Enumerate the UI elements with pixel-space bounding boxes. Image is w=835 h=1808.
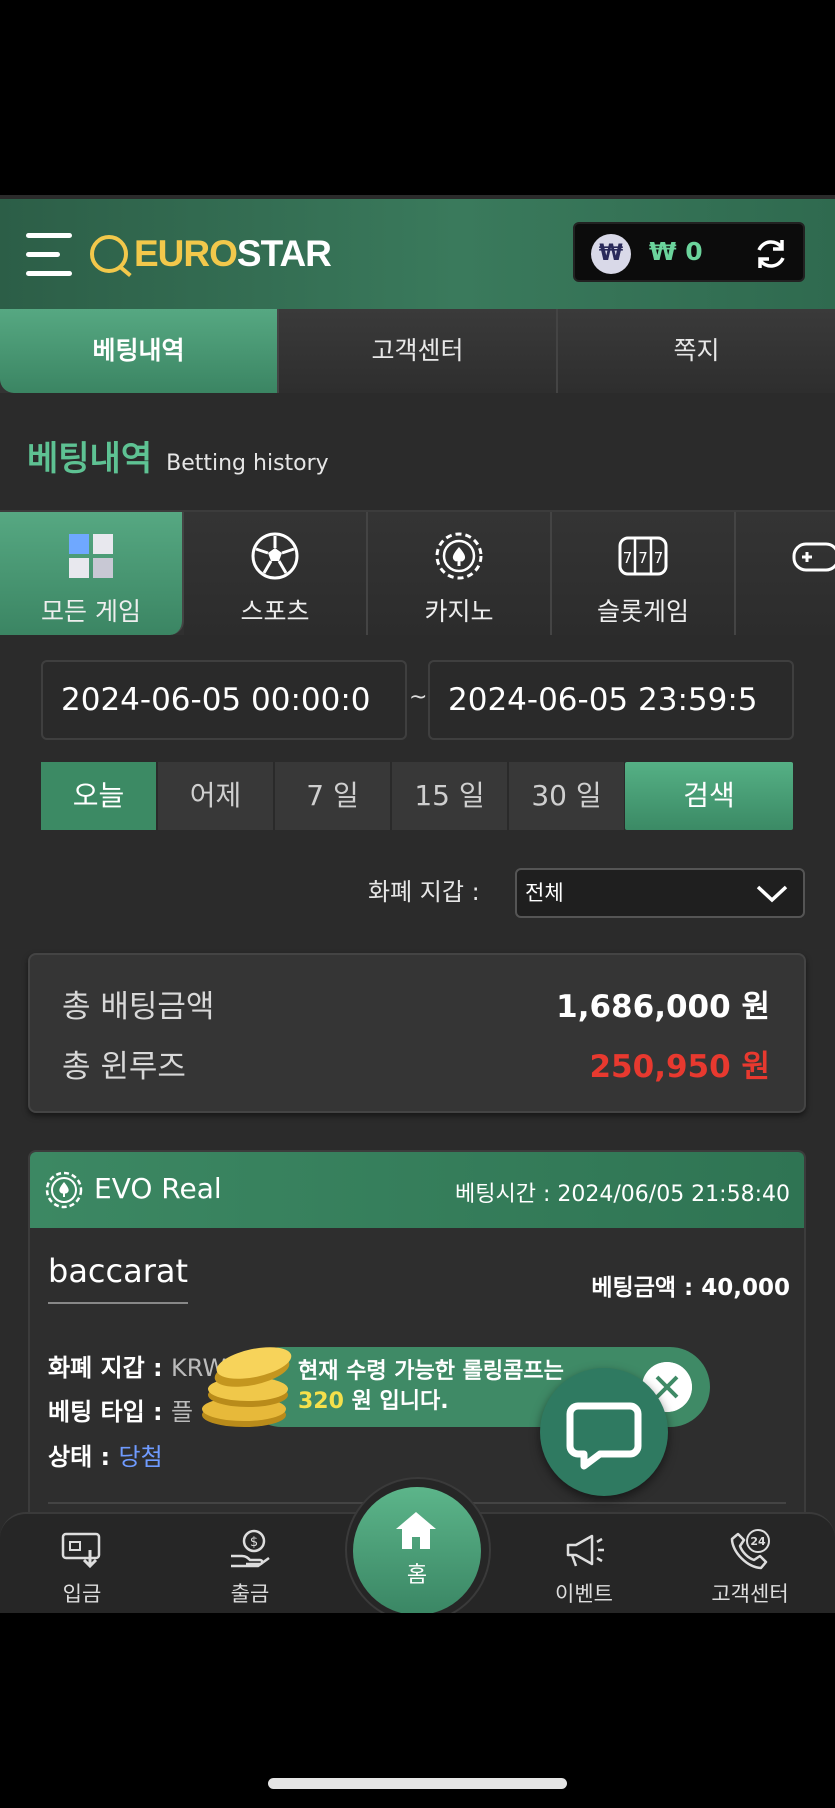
gamepad-icon <box>792 542 835 572</box>
svg-text:$: $ <box>250 1535 258 1550</box>
soccer-ball-icon <box>251 532 299 580</box>
home-indicator <box>268 1778 567 1789</box>
bet-card-header: EVO Real 베팅시간 : 2024/06/05 21:58:40 <box>30 1152 804 1228</box>
casino-chip-icon <box>45 1171 83 1209</box>
currency-select[interactable]: 전체 <box>515 868 805 918</box>
search-button[interactable]: 검색 <box>625 762 793 830</box>
game-category-tabs: 모든 게임 스포츠 카지노 7 7 7 슬롯게임 <box>0 510 835 635</box>
summary-card: 총 배팅금액 1,686,000 원 총 윈루즈 250,950 원 <box>28 953 806 1113</box>
tab-betting-history[interactable]: 베팅내역 <box>0 309 279 393</box>
brand-logo[interactable]: EURO STAR <box>90 229 332 279</box>
nav-events[interactable]: 이벤트 <box>524 1514 644 1613</box>
category-label: 카지노 <box>424 597 494 626</box>
currency-filter-label: 화폐 지갑 : <box>368 878 480 906</box>
bet-status-line: 상태 : 당첨 <box>48 1437 163 1472</box>
total-bet-row: 총 배팅금액 1,686,000 원 <box>62 983 770 1025</box>
period-15-days-button[interactable]: 15 일 <box>392 762 509 830</box>
bet-amount: 베팅금액 : 40,000 <box>591 1275 790 1301</box>
bet-status-value: 당첨 <box>118 1443 163 1471</box>
period-yesterday-button[interactable]: 어제 <box>158 762 275 830</box>
total-bet-label: 총 배팅금액 <box>62 988 215 1025</box>
logo-text-star: STAR <box>236 233 332 274</box>
refresh-icon[interactable] <box>753 236 789 272</box>
support-24-icon: 24 <box>730 1529 770 1570</box>
deposit-icon <box>61 1532 101 1569</box>
nav-home[interactable]: 홈 <box>353 1487 481 1613</box>
tab-customer-center[interactable]: 고객센터 <box>279 309 558 393</box>
date-range-separator: ~ <box>409 685 428 710</box>
total-bet-value: 1,686,000 원 <box>556 988 770 1025</box>
period-7-days-button[interactable]: 7 일 <box>275 762 392 830</box>
period-buttons: 오늘 어제 7 일 15 일 30 일 <box>41 762 626 830</box>
wallet-balance: ₩ ₩ 0 <box>573 222 805 282</box>
svg-text:7: 7 <box>654 549 664 567</box>
casino-chip-icon <box>435 532 483 580</box>
category-slots[interactable]: 7 7 7 슬롯게임 <box>552 512 736 635</box>
wallet-amount: ₩ 0 <box>649 237 703 266</box>
toast-text-after: 원 입니다. <box>351 1389 449 1414</box>
period-30-days-button[interactable]: 30 일 <box>509 762 626 830</box>
page-title-en: Betting history <box>166 451 329 476</box>
nav-label: 홈 <box>406 1563 428 1588</box>
bet-provider: EVO Real <box>94 1172 222 1205</box>
svg-text:7: 7 <box>623 549 633 567</box>
logo-text-euro: EURO <box>134 233 238 274</box>
bet-type-line: 베팅 타입 : 플 <box>48 1392 193 1427</box>
menu-icon[interactable] <box>26 233 74 277</box>
nav-label: 입금 <box>62 1582 102 1606</box>
nav-support[interactable]: 24 고객센터 <box>690 1514 810 1613</box>
withdraw-icon: $ <box>231 1529 270 1568</box>
bet-game-name: baccarat <box>48 1252 189 1304</box>
page-title-ko: 베팅내역 <box>27 439 153 479</box>
page-title: 베팅내역 Betting history <box>27 431 329 480</box>
total-winloss-label: 총 윈루즈 <box>62 1048 186 1085</box>
bet-currency-label: 화폐 지갑 : <box>48 1354 163 1382</box>
category-label: 스포츠 <box>240 597 310 626</box>
start-date-input[interactable]: 2024-06-05 00:00:0 <box>41 660 407 740</box>
category-label: 슬롯게임 <box>596 597 689 626</box>
svg-text:24: 24 <box>750 1535 766 1548</box>
category-casino[interactable]: 카지노 <box>368 512 552 635</box>
bet-type-label: 베팅 타입 : <box>48 1398 163 1426</box>
bet-status-label: 상태 : <box>48 1443 111 1471</box>
nav-label: 출금 <box>230 1582 270 1606</box>
main-tabs: 베팅내역 고객센터 쪽지 <box>0 309 835 393</box>
period-today-button[interactable]: 오늘 <box>41 762 158 830</box>
bet-type-value: 플 <box>171 1398 194 1426</box>
chevron-down-icon <box>756 885 788 903</box>
won-coin-icon: ₩ <box>591 234 631 274</box>
total-winloss-value: 250,950 원 <box>589 1048 770 1085</box>
currency-select-value: 전체 <box>525 881 564 905</box>
slot-machine-icon: 7 7 7 <box>618 536 668 576</box>
megaphone-icon <box>566 1534 604 1567</box>
app-screen: EURO STAR ₩ ₩ 0 베팅내역 고객센터 쪽지 베팅내역 Bettin… <box>0 195 835 1613</box>
category-all-games[interactable]: 모든 게임 <box>0 512 184 635</box>
category-mini[interactable]: 미니 <box>736 512 835 635</box>
nav-label: 이벤트 <box>555 1582 613 1606</box>
toast-text-before: 현재 수령 가능한 롤링콤프는 <box>298 1359 564 1384</box>
home-icon <box>396 1512 436 1549</box>
category-label: 모든 게임 <box>41 597 141 626</box>
total-winloss-row: 총 윈루즈 250,950 원 <box>62 1043 770 1085</box>
category-sports[interactable]: 스포츠 <box>184 512 368 635</box>
cubes-icon <box>69 534 113 578</box>
gold-coins-icon <box>202 1347 292 1427</box>
nav-deposit[interactable]: 입금 <box>22 1514 142 1613</box>
app-header: EURO STAR ₩ ₩ 0 <box>0 199 835 309</box>
svg-text:7: 7 <box>638 549 648 567</box>
bet-time: 베팅시간 : 2024/06/05 21:58:40 <box>455 1182 790 1207</box>
nav-withdraw[interactable]: $ 출금 <box>190 1514 310 1613</box>
toast-comp-amount: 320 <box>298 1389 344 1414</box>
nav-label: 고객센터 <box>711 1582 789 1606</box>
logo-mark-icon <box>90 235 128 273</box>
end-date-input[interactable]: 2024-06-05 23:59:5 <box>428 660 794 740</box>
live-chat-button[interactable] <box>540 1368 668 1496</box>
chat-bubble-icon <box>566 1402 642 1470</box>
tab-messages[interactable]: 쪽지 <box>558 309 835 393</box>
